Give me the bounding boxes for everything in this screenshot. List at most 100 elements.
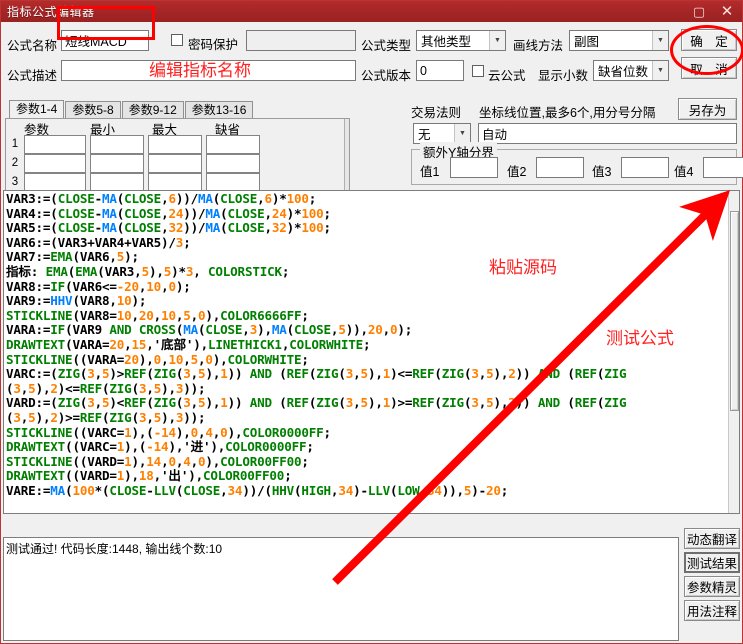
min-cell[interactable] [90,135,144,154]
formula-name-input[interactable]: 短线MACD [61,30,149,51]
code-token: 0 [168,453,176,469]
formula-version-input[interactable]: 0 [416,60,464,81]
table-row[interactable]: 1 [6,135,349,154]
code-line[interactable]: (3,5),2)<=REF(ZIG(3,5),3)); [6,381,728,397]
code-line[interactable]: VAR8:=IF(VAR6<=-20,10,0); [6,278,728,295]
code-line[interactable]: (3,5),2)>=REF(ZIG(3,5),3)); [6,409,728,426]
code-token: IF [50,278,66,294]
formula-version-label: 公式版本 [361,69,412,83]
usage-notes-button[interactable]: 用法注释 [684,600,740,621]
draw-method-select[interactable]: 副图 ▼ [569,30,669,51]
code-token: 20 [486,482,501,498]
code-line[interactable]: DRAWTEXT(VARA=20,15,'底部'),LINETHICK1,COL… [6,337,728,353]
code-line[interactable]: VARC:=(ZIG(3,5)>REF(ZIG(3,5),1)) AND (RE… [6,366,728,382]
code-line[interactable]: DRAWTEXT((VARC=1),(-14),'进'),COLOR0000FF… [6,439,728,455]
tab-params-9-12[interactable]: 参数9-12 [121,101,184,119]
code-line[interactable]: VAR3:=(CLOSE-MA(CLOSE,6))/MA(CLOSE,6)*10… [6,191,728,207]
cancel-button[interactable]: 取 消 [681,57,737,79]
tab-params-1-4[interactable]: 参数1-4 [9,100,65,119]
code-vertical-scrollbar[interactable] [728,191,739,513]
code-token: (VAR3, [97,263,142,279]
value3-input[interactable] [621,157,669,178]
trade-rule-select[interactable]: 无 ▼ [413,123,471,144]
code-line[interactable]: VAR4:=(CLOSE-MA(CLOSE,24))/MA(CLOSE,24)*… [6,205,728,222]
code-token: 5 [338,322,346,338]
code-line[interactable]: STICKLINE((VARD=1),14,0,4,0),COLOR00FF00… [6,453,728,470]
code-line[interactable]: STICKLINE(VAR8=10,20,10,5,0),COLOR6666FF… [6,308,728,324]
code-token: 5 [163,263,172,279]
code-token: 2 [50,409,58,425]
save-as-button[interactable]: 另存为 [678,98,737,120]
chevron-down-icon[interactable]: ▼ [454,124,470,143]
dynamic-translate-button[interactable]: 动态翻译 [684,528,740,549]
code-line[interactable]: VARA:=IF(VAR9 AND CROSS(MA(CLOSE,3),MA(C… [6,323,728,338]
code-token: VAR5:=( [6,220,58,236]
code-line[interactable]: VAR5:=(CLOSE-MA(CLOSE,32))/MA(CLOSE,32)*… [6,220,728,236]
param-cell[interactable] [24,135,86,154]
tab-params-13-16[interactable]: 参数13-16 [184,101,254,119]
max-cell[interactable] [148,154,202,173]
formula-type-label: 公式类型 [361,39,412,53]
maximize-icon[interactable]: ▢ [686,1,712,22]
chevron-down-icon[interactable]: ▼ [652,61,668,80]
code-text-area[interactable]: VAR3:=(CLOSE-MA(CLOSE,6))/MA(CLOSE,6)*10… [4,191,728,513]
code-token: CLOSE [57,205,95,221]
row-number: 2 [11,157,19,169]
code-token: (VAR9 [65,322,110,338]
password-protect-label: 密码保护 [188,38,239,52]
value1-label: 值1 [420,165,440,179]
password-input[interactable] [246,30,356,51]
code-line[interactable]: VARD:=(ZIG(3,5)<REF(ZIG(3,5),1)) AND (RE… [6,396,728,411]
table-row[interactable]: 2 [6,154,349,173]
code-token: ((VARD= [65,468,117,484]
cloud-formula-checkbox[interactable] [472,64,484,82]
value2-input[interactable] [536,157,584,178]
code-token: VAR4:=( [6,205,58,221]
code-line[interactable]: VAR6:=(VAR3+VAR4+VAR5)/3; [6,234,728,251]
code-line[interactable]: 指标: EMA(EMA(VAR3,5),5)*3, COLORSTICK; [6,263,728,280]
code-line[interactable]: VAR7:=EMA(VAR6,5); [6,250,728,265]
code-token: ZIG [441,366,464,382]
close-icon[interactable]: ✕ [712,1,742,22]
scrollbar-thumb[interactable] [730,211,739,411]
code-token: ); [397,322,413,338]
default-cell[interactable] [206,135,260,154]
code-token: )) [515,366,538,382]
max-cell[interactable] [148,135,202,154]
value1-input[interactable] [450,157,498,178]
min-cell[interactable] [90,154,144,173]
default-cell[interactable] [206,154,260,173]
value4-input[interactable] [703,157,743,178]
col-header-default: 缺省 [215,123,241,137]
code-line[interactable]: STICKLINE((VARA=20),0,10,5,0),COLORWHITE… [6,352,728,368]
code-token: MA [102,205,117,221]
code-token: *( [94,482,110,498]
code-line[interactable]: VARE:=MA(100*(CLOSE-LLV(CLOSE,34))/(HHV(… [6,482,728,499]
code-token: ; [323,424,332,440]
code-token: ; [183,234,191,250]
decimal-digits-select[interactable]: 缺省位数 ▼ [593,60,669,81]
code-line[interactable]: STICKLINE((VARC=1),(-14),0,4,0),COLOR000… [6,424,728,441]
test-result-button[interactable]: 测试结果 [684,552,740,573]
ok-button[interactable]: 确 定 [681,29,737,51]
password-protect-checkbox[interactable] [171,33,183,51]
code-token: ); [131,293,147,309]
coordinate-line-input[interactable]: 自动 [478,123,737,144]
code-editor[interactable]: VAR3:=(CLOSE-MA(CLOSE,6))/MA(CLOSE,6)*10… [3,190,740,514]
chevron-down-icon[interactable]: ▼ [652,31,668,50]
code-line[interactable]: DRAWTEXT((VARD=1),18,'出'),COLOR00FF00; [6,468,728,484]
code-line[interactable]: VAR9:=HHV(VAR8,10); [6,293,728,309]
formula-desc-input[interactable] [61,60,356,81]
code-token: 10 [116,293,132,309]
tab-params-5-8[interactable]: 参数5-8 [65,101,121,119]
chevron-down-icon[interactable]: ▼ [489,31,505,50]
code-token: STICKLINE [6,424,73,440]
code-token: )), [441,482,464,498]
formula-type-select[interactable]: 其他类型 ▼ [416,30,506,51]
code-token: ),( [131,424,154,440]
code-token: )) [515,395,538,411]
param-cell[interactable] [24,154,86,173]
parameter-wizard-button[interactable]: 参数精灵 [684,576,740,597]
value4-label: 值4 [674,165,694,179]
